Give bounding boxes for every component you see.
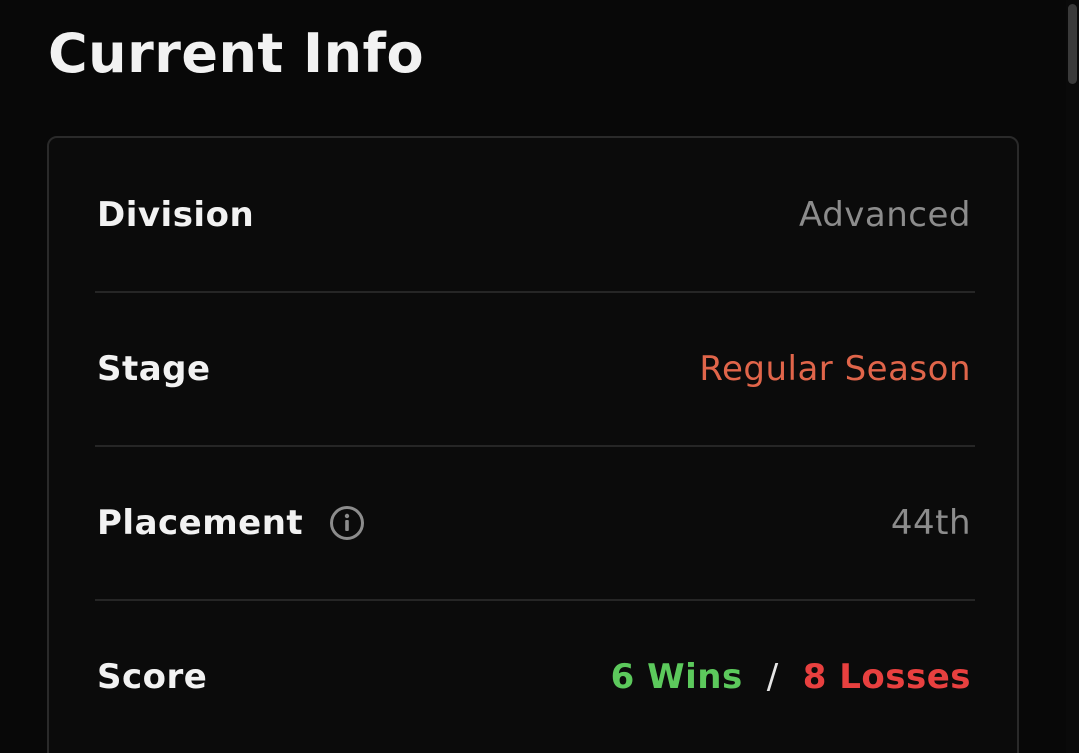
current-info-card: Division Advanced Stage Regular Season P… [47, 136, 1019, 753]
info-row-placement: Placement 44th [97, 446, 975, 600]
page-title: Current Info [48, 22, 425, 85]
stage-label: Stage [97, 349, 211, 389]
division-label: Division [97, 195, 255, 235]
losses-count: 8 Losses [802, 657, 971, 697]
placement-label-group: Placement [97, 503, 365, 543]
wins-count: 6 Wins [610, 657, 743, 697]
stage-value: Regular Season [699, 349, 971, 389]
scrollbar[interactable] [1066, 0, 1079, 753]
placement-value: 44th [890, 503, 971, 543]
division-value: Advanced [799, 195, 971, 235]
page: Current Info Division Advanced Stage Reg… [0, 0, 1079, 753]
score-separator: / [766, 657, 779, 697]
info-icon[interactable] [329, 505, 365, 541]
scrollbar-thumb[interactable] [1068, 4, 1077, 84]
score-label: Score [97, 657, 208, 697]
placement-label: Placement [97, 503, 304, 543]
score-value: 6 Wins / 8 Losses [611, 657, 975, 697]
info-row-score: Score 6 Wins / 8 Losses [97, 600, 975, 753]
info-row-stage: Stage Regular Season [97, 292, 975, 446]
info-row-division: Division Advanced [97, 138, 975, 292]
